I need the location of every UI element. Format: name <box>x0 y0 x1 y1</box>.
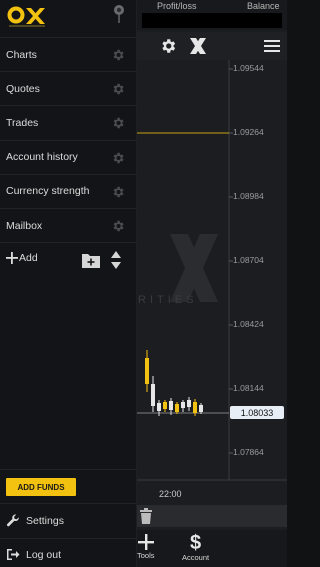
chart-toolbar <box>137 32 287 60</box>
chart-action-bar <box>137 505 287 527</box>
gear-icon[interactable] <box>111 185 125 199</box>
nav-tools-label: Tools <box>137 551 155 560</box>
gear-icon[interactable] <box>111 48 125 62</box>
price-tick-label: 1.08144 <box>233 383 264 393</box>
add-button[interactable]: Add <box>6 252 38 264</box>
add-funds-button[interactable]: ADD FUNDS <box>6 478 76 496</box>
divider <box>0 538 137 539</box>
add-row: Add <box>0 246 137 274</box>
candle-body <box>187 400 191 407</box>
bottom-navigation: Tools $ Account <box>137 530 287 567</box>
add-folder-icon[interactable] <box>82 252 100 268</box>
candle-body <box>181 402 185 408</box>
gear-icon[interactable] <box>111 219 125 233</box>
gear-icon[interactable] <box>111 82 125 96</box>
candle-body <box>145 358 149 384</box>
menu-item-charts[interactable]: Charts <box>0 38 137 73</box>
price-tick-label: 1.09544 <box>233 63 264 73</box>
menu-item-label: Charts <box>6 48 37 61</box>
price-tick-label: 1.08984 <box>233 191 264 201</box>
menu-item-label: Mailbox <box>6 219 43 232</box>
settings-item[interactable]: Settings <box>6 514 64 528</box>
time-tick-label: 22:00 <box>159 489 182 499</box>
side-drawer: Charts Quotes Trades Account history Cur… <box>0 0 137 567</box>
menu-item-label: Trades <box>6 116 39 129</box>
menu-item-trades[interactable]: Trades <box>0 106 137 141</box>
candle-body <box>193 402 197 413</box>
nav-account-label: Account <box>182 553 210 562</box>
drawer-menu: Charts Quotes Trades Account history Cur… <box>0 38 137 244</box>
pin-icon[interactable] <box>112 4 126 24</box>
menu-item-label: Account history <box>6 151 78 164</box>
gear-icon[interactable] <box>157 36 179 56</box>
plus-icon <box>6 252 18 264</box>
plus-icon <box>137 534 154 550</box>
menu-item-label: Quotes <box>6 82 40 95</box>
watermark-text: RITIES <box>138 294 198 306</box>
menu-item-mailbox[interactable]: Mailbox <box>0 209 137 244</box>
profit-loss-label: Profit/loss <box>157 1 197 11</box>
price-tick-label: 1.08424 <box>233 319 264 329</box>
candle-body <box>157 403 161 411</box>
current-price-badge: 1.08033 <box>230 406 284 419</box>
price-tick-label: 1.07864 <box>233 447 264 457</box>
divider <box>0 469 137 470</box>
logout-icon <box>7 549 20 560</box>
settings-label: Settings <box>26 515 64 527</box>
drawer-header <box>0 0 137 38</box>
price-tick-label: 1.09264 <box>233 127 264 137</box>
ox-brand-logo <box>7 6 45 27</box>
account-values-field <box>142 13 282 28</box>
gear-icon[interactable] <box>111 151 125 165</box>
wrench-icon <box>7 514 19 527</box>
account-summary-bar: Profit/loss Balance <box>137 0 287 30</box>
gear-icon[interactable] <box>111 116 125 130</box>
candle-body <box>163 402 167 409</box>
menu-item-currency-strength[interactable]: Currency strength <box>0 175 137 209</box>
add-label: Add <box>19 252 38 264</box>
trash-icon[interactable] <box>139 508 153 524</box>
price-tick-label: 1.08704 <box>233 255 264 265</box>
dollar-icon: $ <box>189 532 202 554</box>
candle-body <box>151 384 155 406</box>
nav-tools[interactable]: Tools <box>137 534 155 560</box>
nav-account[interactable]: $ Account <box>182 532 210 562</box>
candle-body <box>169 401 173 410</box>
divider <box>0 503 137 504</box>
sort-icon[interactable] <box>110 250 122 270</box>
menu-item-account-history[interactable]: Account history <box>0 141 137 175</box>
ox-logo-icon[interactable] <box>187 36 209 56</box>
logout-label: Log out <box>26 548 62 561</box>
candle-body <box>199 405 203 412</box>
candle-body <box>175 404 179 412</box>
logout-item[interactable]: Log out <box>6 548 61 561</box>
balance-label: Balance <box>247 1 280 11</box>
menu-item-quotes[interactable]: Quotes <box>0 72 137 107</box>
hamburger-menu-icon[interactable] <box>261 36 283 56</box>
menu-item-label: Currency strength <box>6 185 90 198</box>
